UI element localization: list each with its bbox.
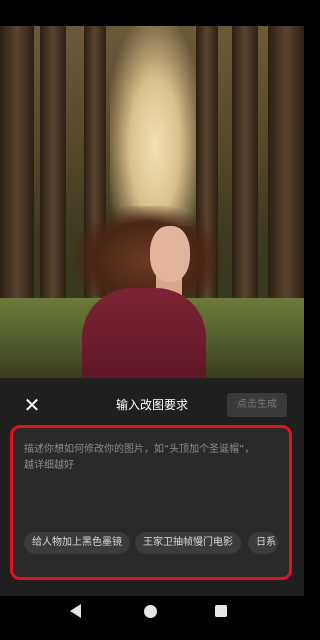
status-bar xyxy=(0,0,304,26)
system-nav-bar xyxy=(0,596,304,640)
face xyxy=(150,226,190,282)
generate-button[interactable]: 点击生成 xyxy=(227,393,287,417)
photo-preview xyxy=(0,26,304,378)
suggestion-chip[interactable]: 给人物加上黑色墨镜 xyxy=(24,532,130,554)
hair xyxy=(72,206,222,296)
prompt-placeholder: 描述你想如何修改你的图片，如“头顶加个圣诞帽”， 越详细越好 xyxy=(24,442,280,474)
suggestion-chip[interactable]: 王家卫抽帧慢门电影 xyxy=(135,532,241,554)
back-triangle-icon[interactable] xyxy=(70,604,81,618)
recents-square-icon[interactable] xyxy=(215,605,227,617)
home-circle-icon[interactable] xyxy=(144,605,157,618)
suggestion-chip[interactable]: 日系 xyxy=(248,532,278,554)
placeholder-line: 描述你想如何修改你的图片，如“头顶加个圣诞帽”， xyxy=(24,444,255,455)
placeholder-line: 越详细越好 xyxy=(24,460,74,471)
sweater xyxy=(82,288,206,378)
sunlight-glow xyxy=(110,26,200,226)
